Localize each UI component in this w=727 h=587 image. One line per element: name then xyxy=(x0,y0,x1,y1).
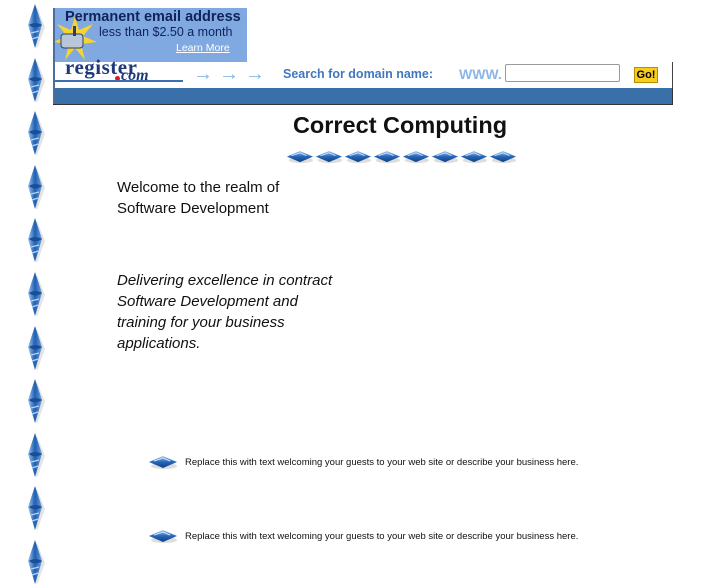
welcome-text: Welcome to the realm of Software Develop… xyxy=(117,177,279,219)
register-logo-com: com xyxy=(121,67,149,84)
vertical-gem-icon xyxy=(24,325,46,373)
horizontal-gem-icon xyxy=(489,150,517,165)
welcome-line: Welcome to the realm of xyxy=(117,179,280,196)
domain-search-input[interactable] xyxy=(505,64,620,82)
tagline-line: Delivering excellence in contract xyxy=(117,272,333,289)
tagline-line: applications. xyxy=(117,335,201,352)
go-button[interactable]: Go! xyxy=(634,67,658,83)
banner-left-edge xyxy=(53,8,55,104)
vertical-gem-icon xyxy=(24,57,46,105)
vertical-gem-icon xyxy=(24,3,46,51)
vertical-gem-icon xyxy=(24,217,46,265)
register-search-bar: register com →→→ Search for domain name:… xyxy=(53,55,673,88)
horizontal-gem-icon xyxy=(315,150,343,165)
learn-more-link[interactable]: Learn More xyxy=(176,42,230,54)
vertical-gem-icon xyxy=(24,485,46,533)
email-ad-banner[interactable]: Permanent email address less than $2.50 … xyxy=(53,8,247,62)
vertical-gem-icon xyxy=(24,432,46,480)
horizontal-gem-icon xyxy=(286,150,314,165)
horizontal-gem-icon xyxy=(431,150,459,165)
left-gem-border xyxy=(24,0,46,545)
welcome-line: Software Development xyxy=(117,200,269,217)
ad-subtitle: less than $2.50 a month xyxy=(99,25,233,39)
horizontal-gem-icon xyxy=(344,150,372,165)
page-title: Correct Computing xyxy=(292,112,508,138)
vertical-gem-icon xyxy=(24,271,46,319)
blue-gem-icon xyxy=(148,529,178,545)
tagline-line: Software Development and xyxy=(117,293,298,310)
tagline-text: Delivering excellence in contract Softwa… xyxy=(117,270,332,354)
gem-divider xyxy=(286,150,518,166)
arrow-right-icons: →→→ xyxy=(193,63,271,85)
ad-title: Permanent email address xyxy=(65,9,241,25)
bullet-text: Replace this with text welcoming your gu… xyxy=(185,531,579,542)
horizontal-gem-icon xyxy=(460,150,488,165)
vertical-gem-icon xyxy=(24,539,46,587)
blue-gem-icon xyxy=(148,455,178,471)
domain-search-label: Search for domain name: xyxy=(283,67,434,81)
horizontal-gem-icon xyxy=(402,150,430,165)
www-prefix: WWW. xyxy=(459,66,502,82)
logo-swoosh xyxy=(53,80,183,82)
vertical-gem-icon xyxy=(24,378,46,426)
banner-blue-bar xyxy=(53,88,673,105)
horizontal-gem-icon xyxy=(373,150,401,165)
tagline-line: training for your business xyxy=(117,314,285,331)
vertical-gem-icon xyxy=(24,164,46,212)
bullet-text: Replace this with text welcoming your gu… xyxy=(185,457,579,468)
